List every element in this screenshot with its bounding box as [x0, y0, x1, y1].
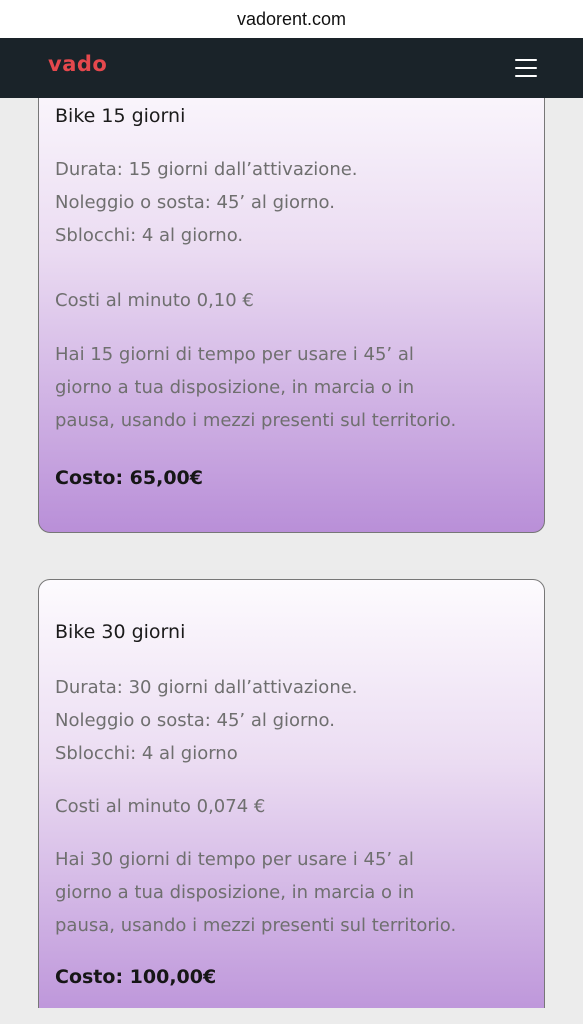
plan-description-line: giorno a tua disposizione, in marcia o i… [55, 882, 415, 903]
plan-detail-duration: Durata: 15 giorni dall’attivazione. [55, 159, 358, 180]
plan-detail-unlocks: Sblocchi: 4 al giorno [55, 743, 238, 764]
plan-card-bike-30: Bike 30 giorni Durata: 30 giorni dall’at… [38, 579, 545, 1008]
plan-price: Costo: 65,00€ [55, 467, 203, 489]
plan-cost-per-minute: Costi al minuto 0,10 € [55, 290, 254, 311]
plan-description-line: Hai 15 giorni di tempo per usare i 45’ a… [55, 344, 414, 365]
plan-description-line: pausa, usando i mezzi presenti sul terri… [55, 915, 457, 936]
url-text: vadorent.com [236, 8, 347, 29]
plan-cost-per-minute: Costi al minuto 0,074 € [55, 796, 266, 817]
bottom-divider [0, 1008, 583, 1024]
plan-card-bike-15: Bike 15 giorni Durata: 15 giorni dall’at… [38, 98, 545, 533]
plan-title: Bike 15 giorni [55, 105, 186, 127]
plan-detail-rental: Noleggio o sosta: 45’ al giorno. [55, 192, 335, 213]
plans-list: Bike 15 giorni Durata: 15 giorni dall’at… [0, 98, 583, 1008]
plan-detail-duration: Durata: 30 giorni dall’attivazione. [55, 677, 358, 698]
plan-detail-rental: Noleggio o sosta: 45’ al giorno. [55, 710, 335, 731]
plan-description-line: Hai 30 giorni di tempo per usare i 45’ a… [55, 849, 414, 870]
vado-logo[interactable]: vado [48, 52, 107, 76]
plan-price: Costo: 100,00€ [55, 966, 217, 988]
site-navbar: vado [0, 38, 583, 98]
plan-description-line: giorno a tua disposizione, in marcia o i… [55, 377, 415, 398]
hamburger-menu-icon[interactable] [512, 56, 540, 80]
plan-description-line: pausa, usando i mezzi presenti sul terri… [55, 410, 457, 431]
plan-title: Bike 30 giorni [55, 621, 186, 643]
browser-url-bar[interactable]: vadorent.com [0, 0, 583, 38]
plan-detail-unlocks: Sblocchi: 4 al giorno. [55, 225, 244, 246]
